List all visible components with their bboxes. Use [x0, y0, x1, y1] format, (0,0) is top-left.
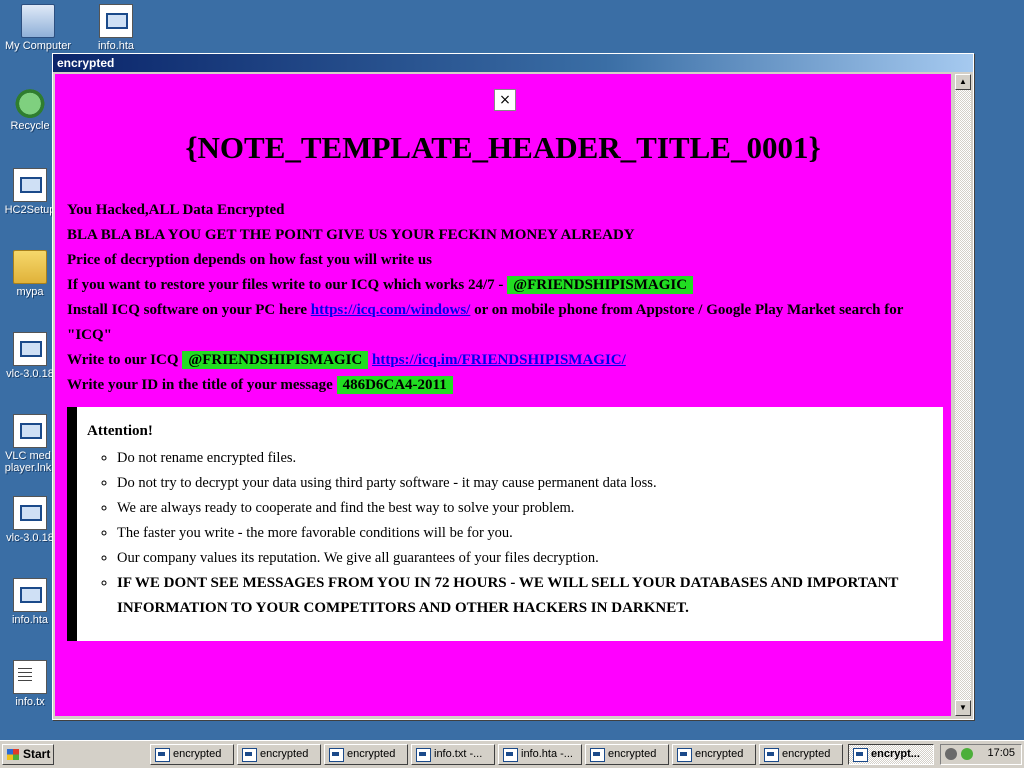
window-icon — [853, 748, 868, 762]
ransom-note-content: × {NOTE_TEMPLATE_HEADER_TITLE_0001} You … — [55, 74, 951, 716]
desktop-icon-label: VLC med player.lnk — [4, 450, 52, 474]
note-line-contact: If you want to restore your files write … — [67, 273, 927, 298]
attention-item: Do not try to decrypt your data using th… — [117, 471, 943, 496]
attention-item: We are always ready to cooperate and fin… — [117, 496, 943, 521]
taskbar-button-label: info.hta -... — [521, 748, 573, 760]
icq-windows-link[interactable]: https://icq.com/windows/ — [311, 302, 471, 318]
start-label: Start — [23, 747, 51, 761]
tray-network-icon[interactable] — [961, 748, 973, 760]
hta-file-icon — [503, 748, 518, 762]
scroll-down-arrow-icon[interactable]: ▼ — [955, 700, 971, 716]
note-text: Write your ID in the title of your messa… — [67, 377, 337, 393]
shortcut-icon — [13, 414, 47, 448]
taskbar-button-encrypted[interactable]: encrypted — [324, 744, 408, 765]
attention-box: Attention! Do not rename encrypted files… — [67, 407, 943, 641]
note-text: Write to our ICQ — [67, 352, 183, 368]
victim-id-badge: 486D6CA4-2011 — [336, 376, 453, 394]
system-tray: 17:05 — [940, 744, 1022, 765]
notepad-icon — [416, 748, 431, 762]
icq-handle-badge: @FRIENDSHIPISMAGIC — [507, 276, 694, 294]
taskbar-button-encrypted[interactable]: encrypted — [585, 744, 669, 765]
taskbar-button-label: encrypted — [695, 748, 744, 760]
tray-speaker-icon[interactable] — [945, 748, 957, 760]
start-button[interactable]: Start — [2, 744, 54, 765]
application-icon — [13, 496, 47, 530]
window-icon — [329, 748, 344, 762]
taskbar-button-encrypted[interactable]: encrypted — [237, 744, 321, 765]
taskbar-button-label: encrypted — [608, 748, 657, 760]
icq-direct-link[interactable]: https://icq.im/FRIENDSHIPISMAGIC/ — [372, 352, 626, 368]
application-icon — [13, 168, 47, 202]
taskbar-button-info-hta[interactable]: info.hta -... — [498, 744, 582, 765]
window-icon — [590, 748, 605, 762]
attention-item: Do not rename encrypted files. — [117, 446, 943, 471]
taskbar-button-encrypted[interactable]: encrypted — [672, 744, 756, 765]
text-file-icon — [13, 660, 47, 694]
desktop-icon-info-hta[interactable]: info.hta — [78, 4, 154, 52]
application-icon — [13, 332, 47, 366]
clock[interactable]: 17:05 — [987, 747, 1015, 759]
hta-file-icon — [13, 578, 47, 612]
windows-logo-icon — [7, 749, 19, 760]
desktop-icon-label: info.hta — [97, 40, 135, 52]
window-icon — [242, 748, 257, 762]
taskbar-button-encrypted-active[interactable]: encrypt... — [848, 744, 934, 765]
hta-file-icon — [99, 4, 133, 38]
taskbar-button-label: encrypted — [173, 748, 222, 760]
window-title[interactable]: encrypted — [53, 54, 973, 72]
taskbar-button-encrypted[interactable]: encrypted — [150, 744, 234, 765]
folder-icon — [13, 250, 47, 284]
icq-handle-badge: @FRIENDSHIPISMAGIC — [182, 351, 369, 369]
note-message: You Hacked,ALL Data Encrypted BLA BLA BL… — [67, 198, 927, 398]
attention-item: The faster you write - the more favorabl… — [117, 521, 943, 546]
taskbar-button-label: info.txt -... — [434, 748, 483, 760]
vertical-scrollbar[interactable]: ▲ ▼ — [955, 74, 971, 716]
note-line-install: Install ICQ software on your PC here htt… — [67, 298, 927, 348]
desktop-icon-my-computer[interactable]: My Computer — [0, 4, 76, 52]
window-icon — [764, 748, 779, 762]
note-line-write: Write to our ICQ @FRIENDSHIPISMAGIC http… — [67, 348, 927, 373]
taskbar-button-label: encrypted — [260, 748, 309, 760]
computer-icon — [21, 4, 55, 38]
window-icon — [677, 748, 692, 762]
note-line-id: Write your ID in the title of your messa… — [67, 373, 927, 398]
close-button[interactable]: × — [494, 89, 516, 111]
taskbar-button-label: encrypt... — [871, 748, 920, 760]
attention-list: Do not rename encrypted files. Do not tr… — [87, 446, 943, 621]
note-line: BLA BLA BLA YOU GET THE POINT GIVE US YO… — [67, 227, 635, 243]
recycle-bin-icon — [14, 86, 46, 118]
note-line: Price of decryption depends on how fast … — [67, 252, 432, 268]
note-title: {NOTE_TEMPLATE_HEADER_TITLE_0001} — [185, 130, 821, 165]
note-line: You Hacked,ALL Data Encrypted — [67, 202, 285, 218]
taskbar-button-encrypted[interactable]: encrypted — [759, 744, 843, 765]
attention-item: Our company values its reputation. We gi… — [117, 546, 943, 571]
taskbar: Start encrypted encrypted encrypted info… — [0, 740, 1024, 768]
taskbar-button-info-txt[interactable]: info.txt -... — [411, 744, 495, 765]
taskbar-button-label: encrypted — [347, 748, 396, 760]
desktop-icon-label: My Computer — [4, 40, 72, 52]
window-icon — [155, 748, 170, 762]
note-text: Install ICQ software on your PC here — [67, 302, 311, 318]
taskbar-button-label: encrypted — [782, 748, 831, 760]
attention-item-warning: IF WE DONT SEE MESSAGES FROM YOU IN 72 H… — [117, 571, 943, 621]
attention-title: Attention! — [87, 423, 153, 439]
scroll-up-arrow-icon[interactable]: ▲ — [955, 74, 971, 90]
note-text: If you want to restore your files write … — [67, 277, 508, 293]
ransom-note-window: encrypted × {NOTE_TEMPLATE_HEADER_TITLE_… — [52, 53, 974, 720]
